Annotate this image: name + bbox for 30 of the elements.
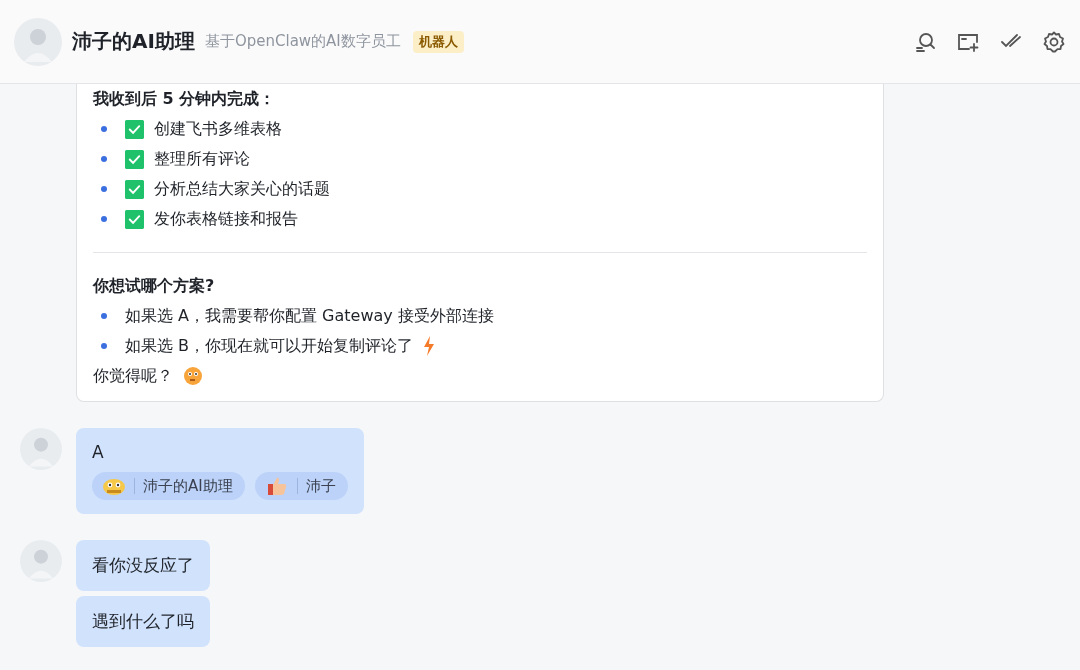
bullet-icon [101,343,107,349]
message-text: 看你没反应了 [92,555,194,575]
thinking-face-icon [183,366,203,386]
message-text: A [92,442,104,462]
bullet-icon [101,186,107,192]
avatar-icon [20,428,62,470]
avatar-icon [14,17,62,66]
lightning-icon [423,336,436,356]
task-text: 整理所有评论 [154,148,250,170]
task-text: 分析总结大家关心的话题 [154,178,330,200]
reaction-pill[interactable]: 沛子的AI助理 [92,472,245,500]
bullet-icon [101,156,107,162]
avatar-icon [20,540,62,582]
bot-badge: 机器人 [412,30,464,53]
closing-text: 你觉得呢？ [93,365,173,387]
bullet-icon [101,313,107,319]
bullet-icon [101,126,107,132]
bullet-icon [101,216,107,222]
chat-subtitle: 基于OpenClaw的AI数字员工 [204,32,401,51]
chat-title: 沛子的AI助理 [72,28,195,55]
face-emoji-icon [102,476,126,496]
task-text: 创建飞书多维表格 [154,118,282,140]
reaction-pill[interactable]: 沛子 [254,472,348,500]
message-text: 遇到什么了吗 [92,611,194,631]
settings-icon[interactable] [1042,29,1066,54]
task-text: 发你表格链接和报告 [154,208,298,230]
option-text: 如果选 B，你现在就可以开始复制评论了 [125,335,414,357]
card-question: 你想试哪个方案? [93,275,216,297]
card-heading: 我收到后 5 分钟内完成： [93,88,277,110]
option-text: 如果选 A，我需要帮你配置 Gateway 接受外部连接 [125,305,494,327]
